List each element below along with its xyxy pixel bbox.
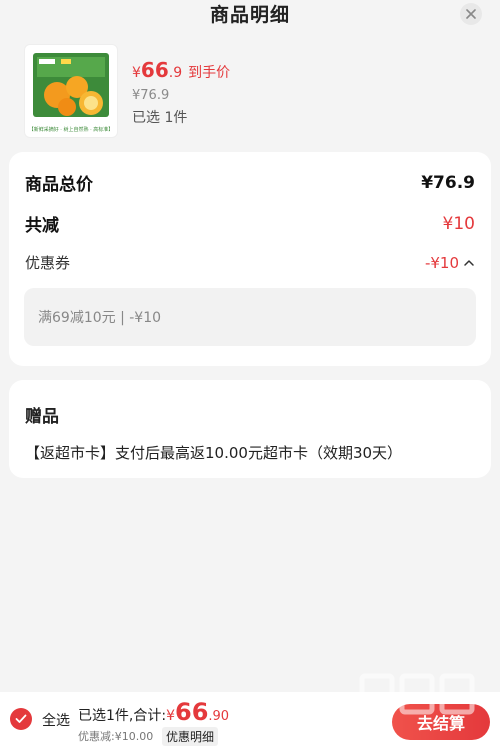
- gift-card: 赠品 【返超市卡】支付后最高返10.00元超市卡（效期30天）: [9, 380, 491, 478]
- close-button[interactable]: [460, 3, 482, 25]
- chevron-up-icon[interactable]: [463, 257, 475, 269]
- coupon-value: -¥10: [424, 253, 459, 272]
- price-breakdown-card: 商品总价 ¥76.9 共减 ¥10 优惠券 -¥10 满69减10元 | -¥1…: [9, 152, 491, 366]
- total-amount-decimal: .90: [208, 709, 230, 724]
- total-price-value: ¥76.9: [421, 172, 475, 193]
- coupon-detail: 满69减10元 | -¥10: [24, 288, 476, 346]
- close-icon: [466, 9, 476, 19]
- final-price: ¥66.9 到手价: [132, 58, 230, 82]
- select-all-checkbox[interactable]: [10, 708, 32, 730]
- reduce-label: 共减: [25, 216, 59, 236]
- bottom-bar: 全选 已选1件,合计:¥66.90 优惠减:¥10.00 优惠明细 去结算: [0, 692, 500, 748]
- total-amount-integer: 66: [175, 698, 209, 726]
- coupon-label: 优惠券: [25, 254, 71, 272]
- checkout-button[interactable]: 去结算: [392, 704, 490, 740]
- product-image: 【新鲜采摘好 · 树上自然熟 · 高标准】: [24, 44, 118, 138]
- original-price: ¥76.9: [132, 88, 170, 103]
- product-summary: 【新鲜采摘好 · 树上自然熟 · 高标准】 ¥66.9 到手价 ¥76.9 已选 …: [24, 44, 484, 140]
- currency-symbol: ¥: [132, 65, 141, 81]
- gift-title: 赠品: [25, 407, 59, 427]
- gift-description: 【返超市卡】支付后最高返10.00元超市卡（效期30天）: [25, 444, 403, 462]
- total-price-row: 商品总价 ¥76.9: [25, 170, 475, 196]
- page-title: 商品明细: [209, 4, 290, 26]
- price-integer: 66: [140, 58, 169, 82]
- reduce-value: ¥10: [442, 213, 475, 234]
- discount-text: 优惠减:¥10.00: [78, 730, 154, 743]
- reduce-row: 共减 ¥10: [25, 211, 475, 237]
- select-all-label[interactable]: 全选: [42, 710, 70, 730]
- total-currency: ¥: [166, 708, 175, 724]
- top-bar: 商品明细: [0, 0, 500, 28]
- order-total: 已选1件,合计:¥66.90: [78, 698, 229, 726]
- total-price-label: 商品总价: [25, 175, 93, 195]
- check-icon: [15, 714, 27, 723]
- price-decimal: .9: [168, 65, 183, 81]
- product-image-caption: 【新鲜采摘好 · 树上自然熟 · 高标准】: [28, 127, 114, 133]
- price-tag: 到手价: [188, 65, 231, 81]
- selected-total-label: 已选1件,合计:: [78, 708, 167, 724]
- coupon-row[interactable]: 优惠券 -¥10: [25, 252, 475, 273]
- discount-detail-link[interactable]: 优惠明细: [162, 727, 219, 746]
- selected-count: 已选 1件: [132, 110, 188, 126]
